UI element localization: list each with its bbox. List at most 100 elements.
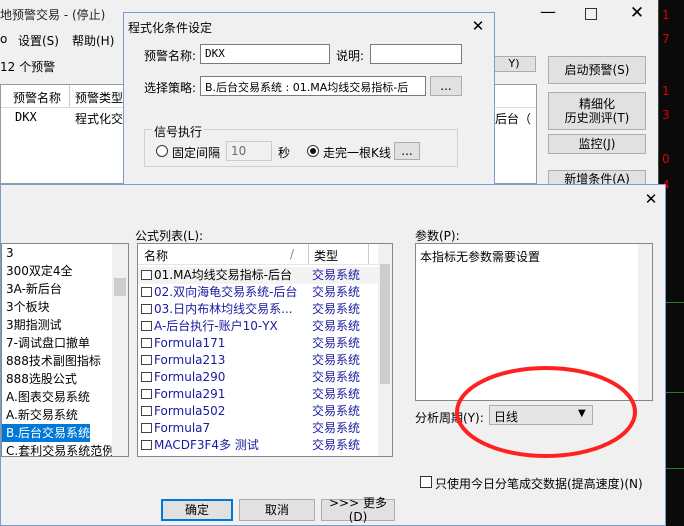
hint-button[interactable]: Y) (492, 56, 536, 72)
formula-type: 交易系统 (312, 319, 361, 333)
category-scroll-thumb[interactable] (114, 278, 126, 296)
row-alert-type: 程式化交 (75, 112, 124, 126)
start-alert-button[interactable]: 启动预警(S) (548, 56, 646, 84)
menu-item-settings[interactable]: 设置(S) (18, 32, 59, 49)
formula-row[interactable]: MACDF3F4多 测试 交易系统 (138, 437, 378, 454)
column-name[interactable]: 名称 (144, 247, 168, 264)
formula-row[interactable]: Formula290 交易系统 (138, 369, 378, 386)
formula-name-text: A-后台执行-账户10-YX (154, 319, 278, 333)
formula-list[interactable]: 名称 / 类型 01.MA均线交易指标-后台 交易系统 02.双向海龟交易系统-后台… (137, 243, 393, 457)
name-label: 预警名称: (144, 49, 197, 63)
seconds-unit: 秒 (278, 146, 291, 160)
formula-scrollbar[interactable] (378, 244, 392, 456)
bar-complete-radio[interactable] (307, 145, 319, 157)
header-divider (69, 85, 70, 107)
fixed-interval-radio[interactable] (156, 145, 168, 157)
formula-row[interactable]: Formula502 交易系统 (138, 403, 378, 420)
strategy-field[interactable]: B.后台交易系统 : 01.MA均线交易指标-后 (200, 76, 426, 96)
fixed-interval-field[interactable]: 10 (226, 141, 272, 161)
category-scrollbar[interactable] (112, 244, 128, 456)
category-item[interactable]: 3期指测试 (2, 316, 128, 334)
formula-name: Formula291 (141, 386, 225, 403)
more-button[interactable]: >>> 更多(D) (321, 496, 395, 524)
close-icon[interactable]: ✕ (628, 3, 646, 23)
category-item[interactable]: 888技术副图指标 (2, 352, 128, 370)
ok-button[interactable]: 确定 (161, 499, 233, 521)
radio-dot (310, 148, 316, 154)
refine-history-button[interactable]: 精细化 历史测评(T) (548, 92, 646, 130)
menu-item-help[interactable]: 帮助(H) (72, 32, 114, 49)
category-item[interactable]: A.图表交易系统 (2, 388, 128, 406)
formula-type: 交易系统 (312, 336, 361, 350)
condition-dialog: 程式化条件设定 ✕ 预警名称: DKX 说明: 选择策略: B.后台交易系统 :… (123, 12, 495, 188)
formula-row[interactable]: 02.双向海龟交易系统-后台 交易系统 (138, 284, 378, 301)
header-alert-name[interactable]: 预警名称 (13, 89, 61, 106)
category-item[interactable]: B.后台交易系统 (2, 424, 90, 442)
category-item[interactable]: 888选股公式 (2, 370, 128, 388)
bar-complete-label[interactable]: 走完一根K线 (323, 144, 391, 161)
formula-name: 02.双向海龟交易系统-后台 (141, 284, 297, 301)
formula-type: 交易系统 (312, 404, 361, 418)
category-item[interactable]: 3个板块 (2, 298, 128, 316)
menu-item-o[interactable]: o (0, 32, 7, 46)
formula-dialog-close-icon[interactable]: ✕ (641, 189, 661, 209)
formula-name: 01.MA均线交易指标-后台 (141, 267, 292, 284)
param-scrollbar[interactable] (638, 244, 652, 400)
only-today-checkbox[interactable] (420, 476, 432, 488)
formula-row[interactable]: Formula291 交易系统 (138, 386, 378, 403)
category-item[interactable]: 7-调试盘口撤单 (2, 334, 128, 352)
strategy-browse-button[interactable]: ... (430, 76, 462, 96)
category-item[interactable]: 3 (2, 244, 128, 262)
red-ellipse (455, 366, 637, 458)
cancel-button[interactable]: 取消 (239, 499, 315, 521)
formula-name-text: Formula171 (154, 336, 226, 350)
maximize-icon[interactable] (585, 8, 597, 20)
dialog-close-icon[interactable]: ✕ (468, 16, 488, 36)
formula-name-text: 02.双向海龟交易系统-后台 (154, 285, 298, 299)
formula-row[interactable]: 01.MA均线交易指标-后台 交易系统 (138, 267, 378, 284)
bar-settings-button[interactable]: ... (394, 142, 420, 160)
formula-name-text: Formula290 (154, 370, 226, 384)
fixed-interval-label[interactable]: 固定间隔 (172, 144, 220, 161)
signal-label: 信号执行 (152, 123, 205, 140)
desc-field[interactable] (370, 44, 462, 64)
formula-row[interactable]: Formula7 交易系统 (138, 420, 378, 437)
strip-digit: 7 (662, 32, 670, 46)
formula-name: A-后台执行-账户10-YX (141, 318, 278, 335)
name-field[interactable]: DKX (200, 44, 330, 64)
param-label: 参数(P): (415, 229, 460, 243)
formula-name: Formula171 (141, 335, 225, 352)
formula-row[interactable]: 03.日内布林均线交易系... 交易系统 (138, 301, 378, 318)
formula-icon (141, 440, 152, 450)
formula-type: 交易系统 (312, 438, 361, 452)
formula-name-text: 03.日内布林均线交易系... (154, 302, 293, 316)
category-item[interactable]: A.新交易系统 (2, 406, 128, 424)
header-divider (368, 244, 369, 264)
monitor-button[interactable]: 监控(J) (548, 134, 646, 154)
category-items: 3 300双定4全 3A-新后台 3个板块 3期指测试 7-调试盘口撤单 888技术副图指标… (2, 244, 128, 456)
formula-scroll-thumb[interactable] (380, 264, 390, 384)
formula-row[interactable]: Formula171 交易系统 (138, 335, 378, 352)
only-today-label[interactable]: 只使用今日分笔成交数据(提高速度)(N) (435, 475, 643, 492)
category-item[interactable]: C.套利交易系统范例 (2, 442, 128, 456)
header-alert-type[interactable]: 预警类型 (75, 89, 123, 106)
formula-name: Formula213 (141, 352, 225, 369)
column-type[interactable]: 类型 (314, 247, 338, 264)
formula-row[interactable]: Formula213 交易系统 (138, 352, 378, 369)
formula-icon (141, 355, 152, 365)
formula-icon (141, 321, 152, 331)
formula-name-text: 01.MA均线交易指标-后台 (154, 268, 292, 282)
category-item[interactable]: 3A-新后台 (2, 280, 128, 298)
formula-name-text: Formula7 (154, 421, 211, 435)
formula-name: MACDF3F4多 测试 (141, 437, 259, 454)
condition-dialog-title: 程式化条件设定 (128, 21, 213, 35)
formula-icon (141, 287, 152, 297)
category-item[interactable]: 300双定4全 (2, 262, 128, 280)
formula-row[interactable]: A-后台执行-账户10-YX 交易系统 (138, 318, 378, 335)
formula-icon (141, 372, 152, 382)
category-list[interactable]: 3 300双定4全 3A-新后台 3个板块 3期指测试 7-调试盘口撤单 888技术副图指标… (1, 243, 129, 457)
strip-digit: 3 (662, 108, 670, 122)
formula-icon (141, 338, 152, 348)
formula-icon (141, 423, 152, 433)
minimize-icon[interactable]: — (538, 2, 558, 22)
